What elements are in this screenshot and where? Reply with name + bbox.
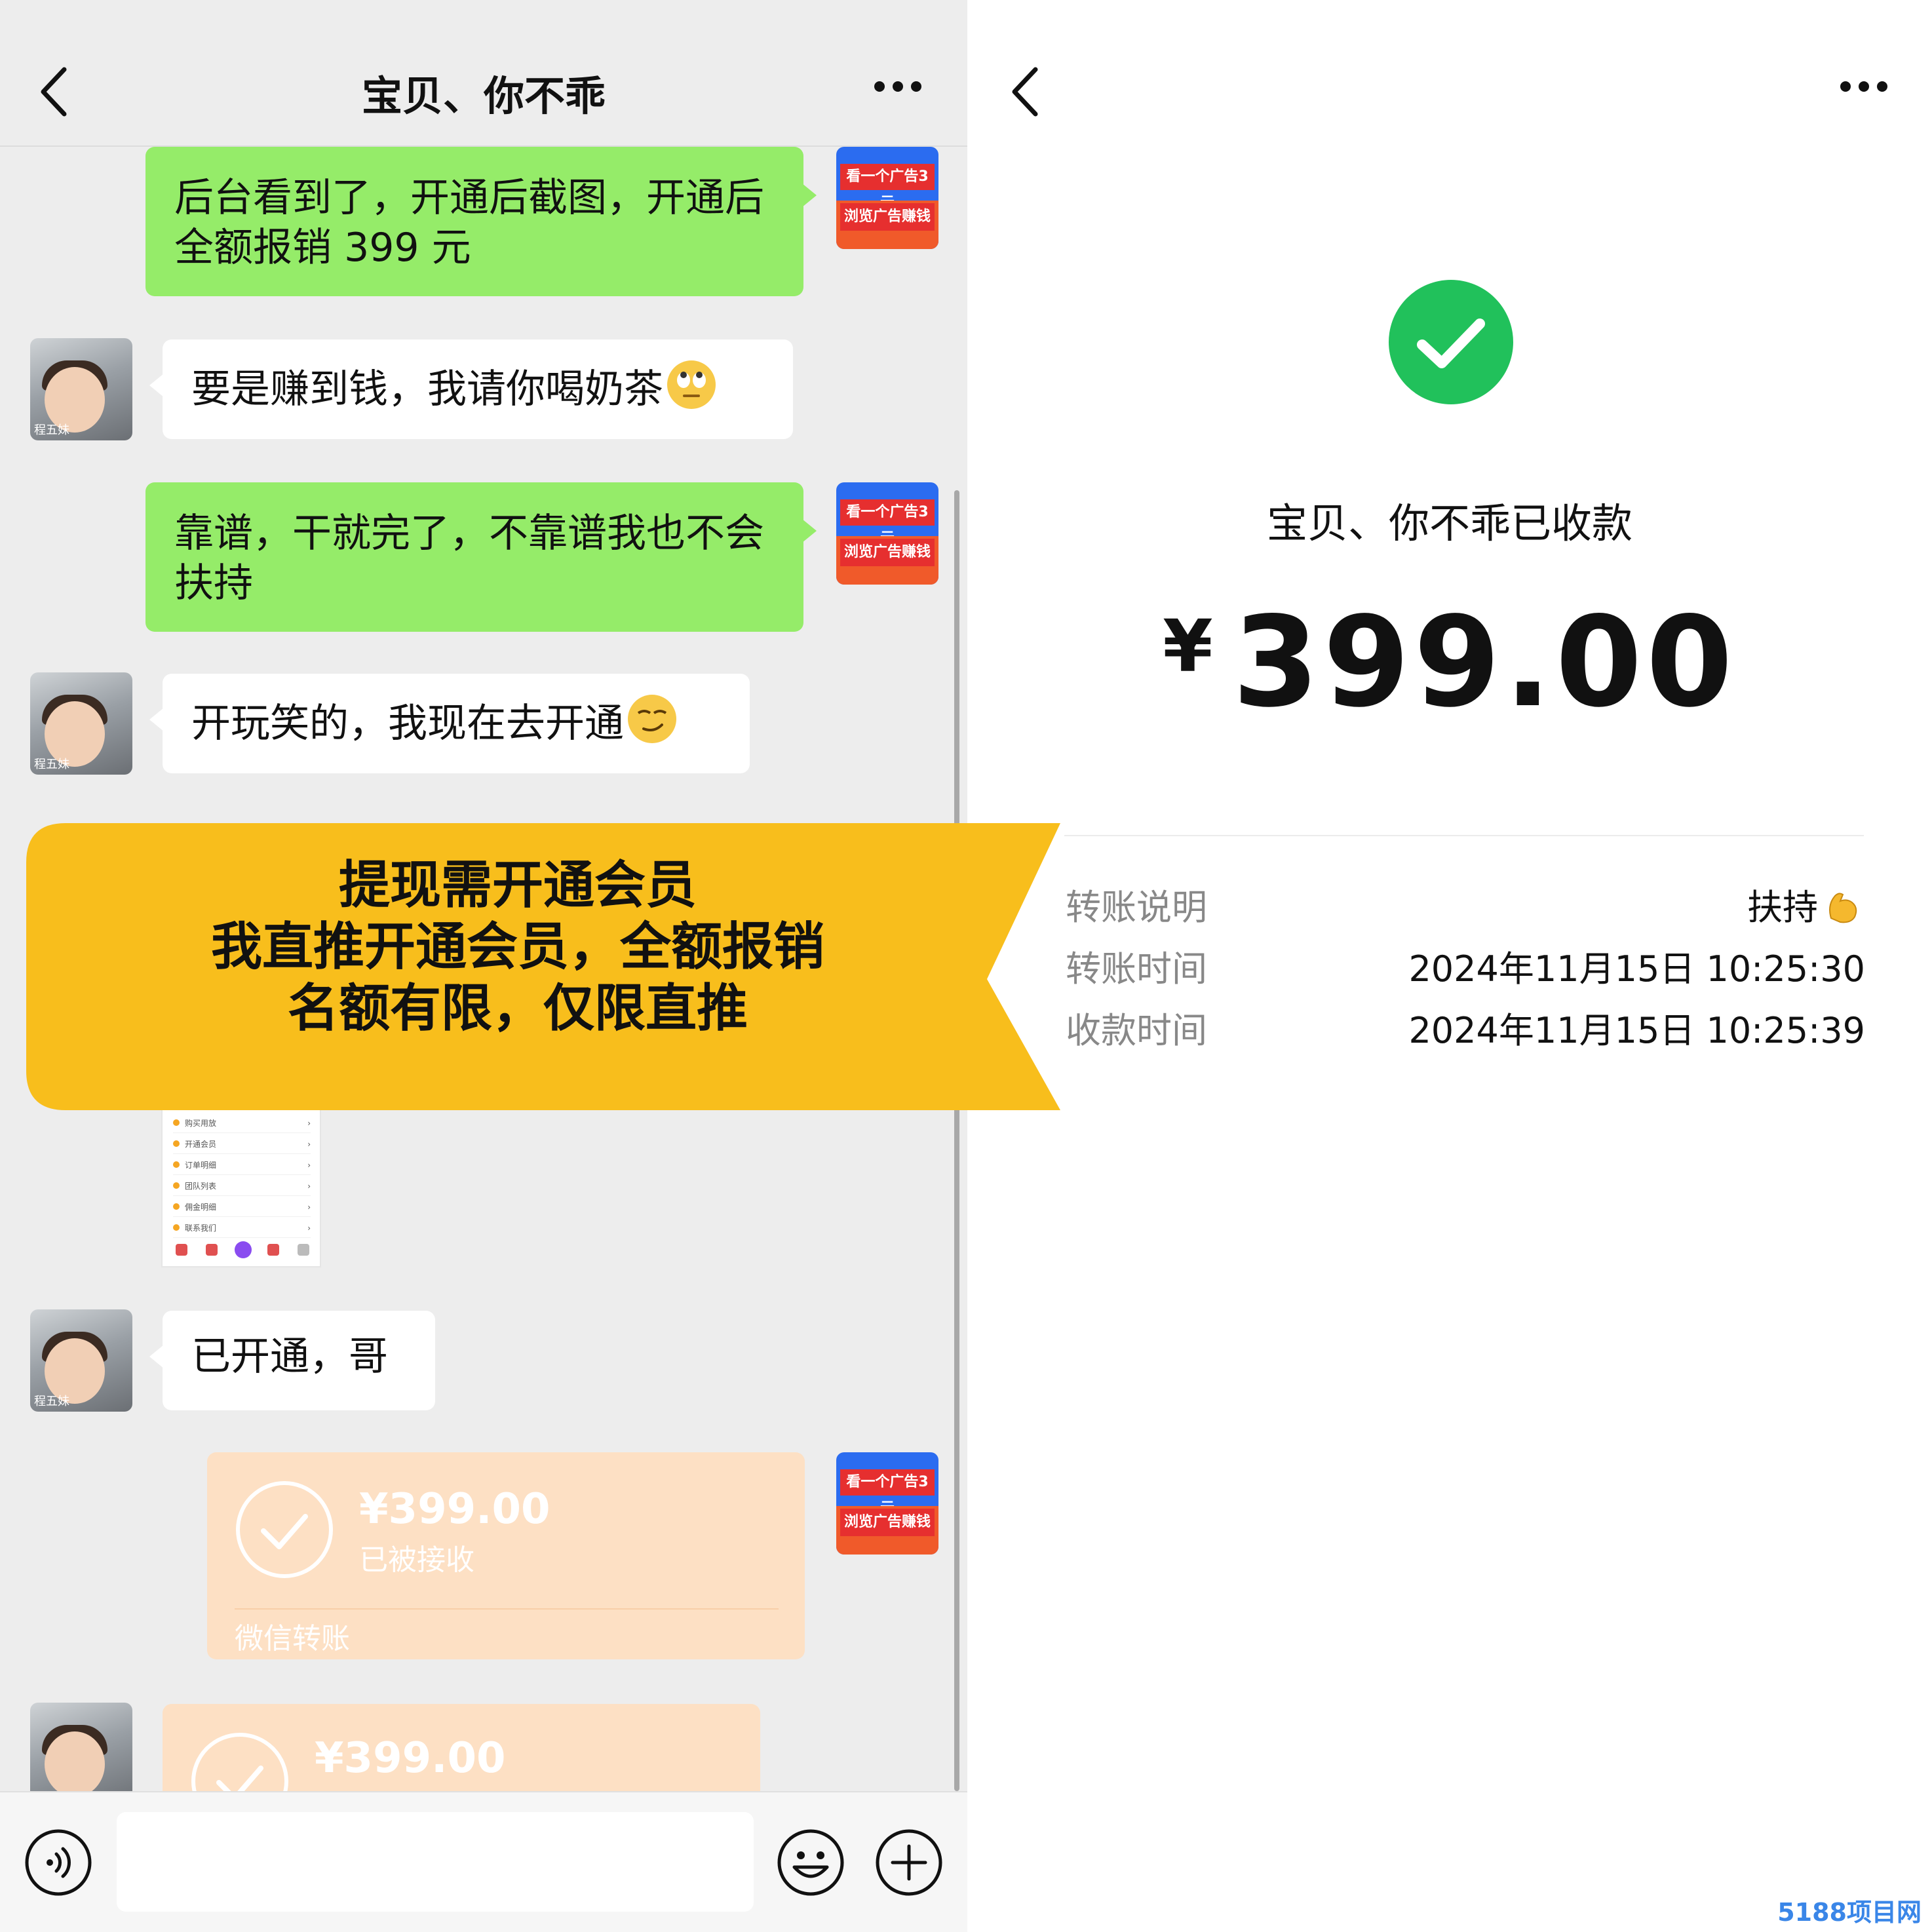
message-bubble-self[interactable]: 后台看到了，开通后截图，开通后全额报销 399 元 — [145, 147, 817, 296]
flexed-biceps-emoji-icon — [1829, 893, 1857, 923]
avatar-ad-text-top: 看一个广告3元 — [840, 499, 935, 547]
back-arrow-icon[interactable] — [1009, 66, 1042, 118]
info-row-received-time: 收款时间 2024年11月15日 10:25:39 — [1066, 1001, 1865, 1051]
thumb-bottom-nav — [169, 1241, 316, 1264]
self-avatar[interactable]: 看一个广告3元 浏览广告赚钱 — [836, 1452, 938, 1555]
promo-banner: 提现需开通会员 我直推开通会员，全额报销 名额有限，仅限直推 — [26, 823, 1062, 1110]
self-avatar[interactable]: 看一个广告3元 浏览广告赚钱 — [836, 147, 938, 249]
transfer-check-icon — [236, 1481, 333, 1578]
info-label: 收款时间 — [1066, 1010, 1207, 1051]
avatar-ad-text-bottom: 浏览广告赚钱 — [840, 539, 935, 566]
contact-avatar[interactable]: 程五妹 — [30, 338, 132, 440]
received-title: 宝贝、你不乖已收款 — [1266, 499, 1633, 547]
message-text: 要是赚到钱，我请你喝奶茶 — [191, 366, 663, 412]
avatar-ad-text-bottom: 浏览广告赚钱 — [840, 203, 935, 231]
transfer-amount: ¥399.00 — [315, 1734, 506, 1783]
watermark-logo: 5188项目网 — [1777, 1898, 1922, 1927]
info-label: 转账时间 — [1066, 948, 1207, 990]
info-row-note: 转账说明 扶持 — [1066, 878, 1865, 928]
emoji-picker-icon[interactable] — [776, 1828, 845, 1897]
info-value: 扶持 — [1747, 878, 1865, 930]
thumb-row-label: 联系我们 — [185, 1224, 217, 1233]
transfer-amount: ¥399.00 — [359, 1485, 551, 1534]
message-text: 开玩笑的，我现在去开通 — [191, 701, 624, 746]
smirk-emoji-icon — [628, 695, 676, 743]
amount-value: 399.00 — [1232, 590, 1737, 735]
info-value: 2024年11月15日 10:25:30 — [1408, 948, 1865, 990]
success-check-icon — [1389, 280, 1513, 404]
message-bubble-self[interactable]: 靠谱，干就完了，不靠谱我也不会扶持 — [145, 482, 817, 632]
message-text: 后台看到了，开通后截图，开通后全额报销 399 元 — [174, 175, 764, 271]
avatar-tag: 程五妹 — [34, 423, 69, 437]
received-amount: ¥399.00 — [967, 590, 1932, 735]
more-options-icon[interactable] — [1839, 80, 1889, 93]
contact-avatar[interactable]: 程五妹 — [30, 1309, 132, 1412]
message-input[interactable] — [117, 1812, 754, 1912]
self-avatar[interactable]: 看一个广告3元 浏览广告赚钱 — [836, 482, 938, 585]
transfer-status: 已被接收 — [359, 1543, 474, 1577]
currency-symbol: ¥ — [1163, 604, 1213, 688]
thumb-row-label: 佣金明细 — [185, 1203, 217, 1212]
avatar-tag: 程五妹 — [34, 758, 69, 771]
eye-roll-emoji-icon — [667, 360, 716, 409]
voice-input-icon[interactable] — [24, 1828, 93, 1897]
transfer-divider — [235, 1608, 779, 1610]
chat-title: 宝贝、你不乖 — [361, 72, 606, 120]
thumb-row-label: 团队列表 — [185, 1182, 217, 1191]
message-text: 靠谱，干就完了，不靠谱我也不会扶持 — [174, 511, 764, 606]
thumb-row-label: 订单明细 — [185, 1161, 217, 1170]
avatar-ad-text-top: 看一个广告3元 — [840, 1469, 935, 1517]
info-label: 转账说明 — [1066, 887, 1207, 928]
transfer-detail-panel: 宝贝、你不乖已收款 ¥399.00 转账说明 扶持 转账时间 2024年11月1… — [967, 0, 1932, 1932]
avatar-ad-text-bottom: 浏览广告赚钱 — [840, 1509, 935, 1536]
message-bubble-contact[interactable]: 要是赚到钱，我请你喝奶茶 — [149, 339, 793, 439]
contact-avatar[interactable]: 程五妹 — [30, 672, 132, 775]
banner-line-3: 名额有限，仅限直推 — [287, 979, 748, 1038]
thumb-row-label: 开通会员 — [185, 1140, 217, 1149]
message-text: 已开通，哥 — [191, 1334, 388, 1380]
shared-screenshot-image[interactable]: 购买用放 › 开通会员 › 订单明细 › 团队列表 › 佣金明细 › 联系我们 › — [161, 1109, 321, 1267]
add-attachment-icon[interactable] — [874, 1828, 944, 1897]
transfer-brand-label: 微信转账 — [235, 1622, 350, 1655]
chat-scrollbar[interactable] — [954, 490, 959, 1791]
contact-avatar[interactable] — [30, 1703, 132, 1805]
info-row-transfer-time: 转账时间 2024年11月15日 10:25:30 — [1066, 940, 1865, 990]
more-options-icon[interactable] — [873, 80, 923, 93]
message-bubble-contact[interactable]: 已开通，哥 — [149, 1311, 435, 1410]
transfer-card-sent[interactable]: ¥399.00 已被接收 微信转账 — [207, 1452, 805, 1659]
avatar-tag: 程五妹 — [34, 1395, 69, 1408]
avatar-ad-text-top: 看一个广告3元 — [840, 164, 935, 211]
thumb-row-label: 购买用放 — [185, 1119, 217, 1128]
detail-divider — [1064, 835, 1864, 836]
info-value: 2024年11月15日 10:25:39 — [1408, 1010, 1865, 1051]
message-bubble-contact[interactable]: 开玩笑的，我现在去开通 — [149, 674, 750, 773]
chat-input-bar — [0, 1791, 967, 1932]
chat-header: 宝贝、你不乖 — [0, 0, 967, 147]
